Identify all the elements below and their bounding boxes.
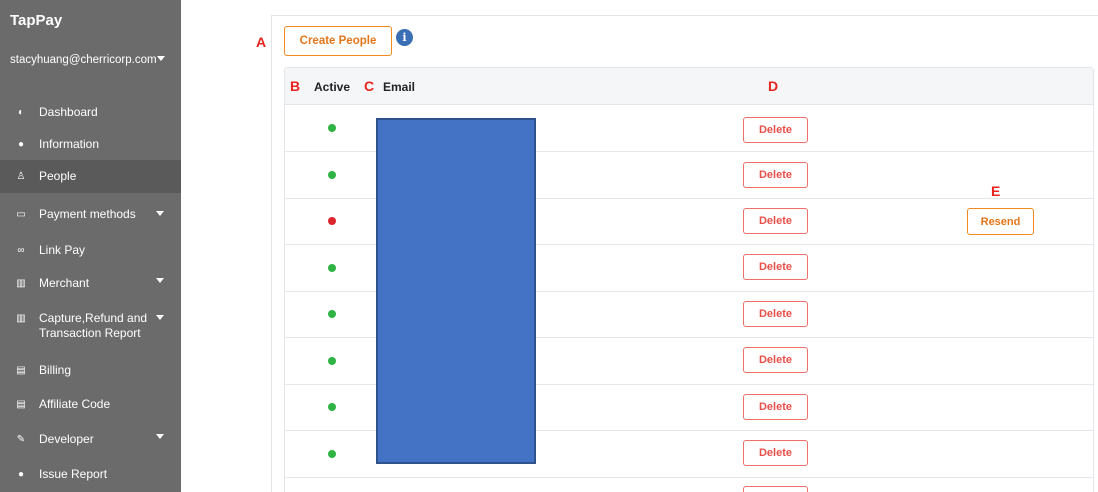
- sidebar-item-billing[interactable]: ▤ Billing: [0, 361, 181, 379]
- status-indicator-active: [328, 124, 336, 132]
- document-icon: ▤: [16, 364, 26, 376]
- sidebar-item-issue-report[interactable]: ● Issue Report: [0, 465, 181, 483]
- sidebar-item-affiliate-code[interactable]: ▤ Affiliate Code: [0, 395, 181, 413]
- create-people-button[interactable]: Create People: [284, 26, 392, 56]
- table-header: B Active C Email D: [285, 68, 1093, 105]
- account-dropdown[interactable]: stacyhuang@cherricorp.com: [10, 52, 175, 68]
- sidebar-item-link-pay[interactable]: ∞ Link Pay: [0, 241, 181, 259]
- chevron-down-icon: [156, 434, 164, 439]
- sidebar-item-label: Issue Report: [39, 466, 108, 481]
- building-icon: ▥: [16, 313, 26, 324]
- delete-button[interactable]: Delete: [743, 347, 808, 373]
- sidebar-item-label: Merchant: [39, 275, 90, 290]
- sidebar-item-people[interactable]: ♙ People: [0, 160, 181, 193]
- sidebar-item-label: People: [39, 169, 77, 183]
- sidebar: TapPay stacyhuang@cherricorp.com ◐ Dashb…: [0, 0, 181, 492]
- status-indicator-active: [328, 450, 336, 458]
- account-email: stacyhuang@cherricorp.com: [10, 54, 157, 66]
- status-indicator-active: [328, 403, 336, 411]
- delete-button[interactable]: Delete: [743, 117, 808, 143]
- dashboard-icon: ◐: [17, 106, 25, 118]
- status-indicator-inactive: [328, 217, 336, 225]
- resend-button[interactable]: Resend: [967, 208, 1034, 235]
- sidebar-item-capture-refund[interactable]: ▥ Capture,Refund and Transaction Report: [0, 311, 181, 343]
- annotation-label-d: D: [768, 78, 779, 94]
- annotation-label-b: B: [290, 78, 301, 94]
- building-icon: ▥: [16, 277, 26, 289]
- wrench-icon: ✎: [16, 433, 26, 445]
- status-indicator-active: [328, 171, 336, 179]
- column-header-email: Email: [383, 80, 416, 94]
- sidebar-item-label: Payment methods: [39, 206, 136, 221]
- sidebar-item-payment-methods[interactable]: ▭ Payment methods: [0, 205, 181, 223]
- delete-button[interactable]: Delete: [743, 440, 808, 466]
- sidebar-item-dashboard[interactable]: ◐ Dashboard: [0, 103, 181, 121]
- link-icon: ∞: [17, 244, 25, 256]
- people-icon: ♙: [16, 171, 26, 182]
- annotation-label-c: C: [364, 78, 375, 94]
- sidebar-item-label: Dashboard: [39, 104, 98, 119]
- chevron-down-icon: [156, 315, 164, 320]
- brand-logo[interactable]: TapPay: [10, 12, 62, 29]
- sidebar-item-label: Capture,Refund and Transaction Report: [39, 311, 148, 340]
- column-header-active: Active: [314, 80, 351, 94]
- chevron-down-icon: [156, 278, 164, 283]
- chevron-down-icon: [156, 211, 164, 216]
- chevron-down-icon: [157, 56, 165, 61]
- delete-button[interactable]: Delete: [743, 162, 808, 188]
- document-icon: ▤: [16, 398, 26, 410]
- sidebar-item-label: Billing: [39, 362, 72, 377]
- table-row: [285, 478, 1093, 492]
- sidebar-item-label: Affiliate Code: [39, 396, 111, 411]
- status-indicator-active: [328, 357, 336, 365]
- status-indicator-active: [328, 264, 336, 272]
- sidebar-item-label: Link Pay: [39, 242, 86, 257]
- credit-card-icon: ▭: [16, 208, 26, 220]
- delete-button[interactable]: Delete: [743, 254, 808, 280]
- info-icon[interactable]: i: [396, 29, 413, 46]
- email-redaction-block: [376, 118, 536, 464]
- info-circle-icon: ●: [17, 138, 25, 150]
- sidebar-item-developer[interactable]: ✎ Developer: [0, 430, 181, 448]
- annotation-label-e: E: [991, 183, 1001, 199]
- question-icon: ●: [17, 468, 25, 480]
- delete-button-partial[interactable]: [743, 486, 808, 492]
- sidebar-item-information[interactable]: ● Information: [0, 135, 181, 153]
- status-indicator-active: [328, 310, 336, 318]
- delete-button[interactable]: Delete: [743, 394, 808, 420]
- sidebar-item-label: Information: [39, 136, 100, 151]
- sidebar-item-merchant[interactable]: ▥ Merchant: [0, 274, 181, 292]
- delete-button[interactable]: Delete: [743, 208, 808, 234]
- sidebar-item-label: Developer: [39, 431, 94, 446]
- delete-button[interactable]: Delete: [743, 301, 808, 327]
- annotation-label-a: A: [256, 34, 267, 50]
